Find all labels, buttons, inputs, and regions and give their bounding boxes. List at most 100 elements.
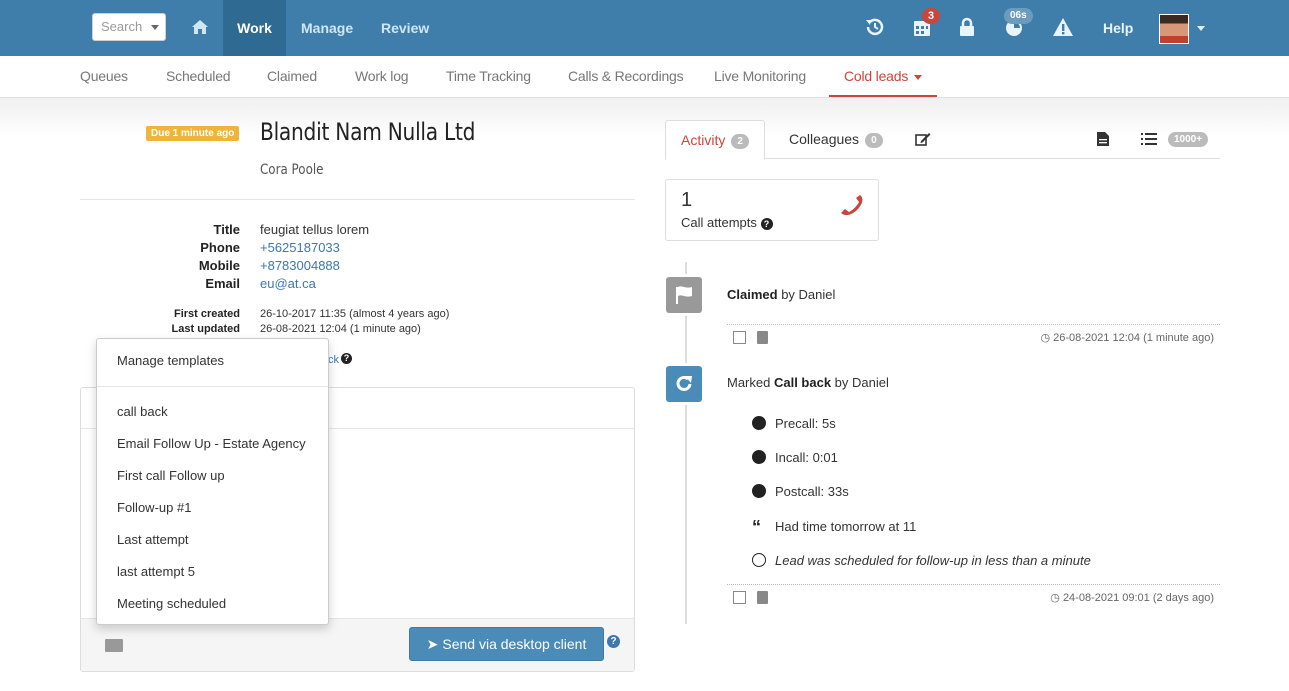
count-badge: 2 [731,134,749,149]
entry-actions [733,591,773,605]
nav-manage[interactable]: Manage [301,0,353,56]
tab-scheduled[interactable]: Scheduled [166,56,231,97]
help-link[interactable]: Help [1103,0,1133,56]
composer-footer: ➤ Send via desktop client ? [81,618,634,671]
timer-badge: 06s [1004,8,1033,24]
phone-link[interactable]: +5625187033 [260,240,340,255]
field-value-title: feugiat tellus lorem [260,222,370,237]
first-created-label: First created [173,308,240,320]
marked-timestamp: ◷ 24-08-2021 09:01 (2 days ago) [1050,591,1214,604]
tab-live-monitoring[interactable]: Live Monitoring [714,56,806,97]
tab-calls-recordings[interactable]: Calls & Recordings [568,56,684,97]
marked-bold: Call back [773,375,832,390]
template-item[interactable]: call back [117,404,168,419]
mobile-link[interactable]: +8783004888 [260,258,340,273]
clock-icon [752,484,766,498]
partial-link[interactable]: ck [328,354,339,366]
chevron-down-icon [914,74,923,80]
marked-time: 24-08-2021 09:01 (2 days ago) [1062,592,1214,604]
activity-tabs: Activity 2 Colleagues 0 1000+ [665,120,1220,160]
incall-text: Incall: 0:01 [775,450,838,465]
question-icon[interactable]: ? [760,218,773,230]
count-badge: 0 [865,133,883,148]
trash-icon[interactable] [757,591,768,604]
claimed-by: by Daniel [777,287,836,302]
claimed-bold: Claimed [727,287,778,302]
send-desktop-label: Send via desktop client [442,636,587,652]
question-icon[interactable]: ? [607,635,620,648]
lock-icon[interactable] [956,16,978,38]
document-icon[interactable] [1097,132,1109,146]
tab-queues[interactable]: Queues [80,56,128,97]
callback-entry-text: Marked Call back by Daniel [727,375,889,390]
template-item[interactable]: First call Follow up [117,468,225,483]
divider [80,199,635,200]
scheduled-detail: Lead was scheduled for follow-up in less… [752,553,1091,568]
callback-badge [666,366,702,402]
tab-colleagues-label: Colleagues [789,131,860,147]
tab-activity-label: Activity [681,132,726,148]
home-icon[interactable] [192,20,208,34]
tab-cold-leads[interactable]: Cold leads [829,56,938,97]
top-navbar: Search Work Manage Review 3 06s Help [0,0,1289,56]
contact-name: Cora Poole [260,162,324,178]
first-created-value: 26-10-2017 11:35 (almost 4 years ago) [260,308,450,320]
send-desktop-button[interactable]: ➤ Send via desktop client [409,627,604,661]
field-label-title: Title [213,222,241,237]
postcall-detail: Postcall: 33s [752,484,849,499]
warning-icon[interactable] [1052,16,1074,38]
attempts-label: Call attempts ? [681,215,773,230]
manage-templates-item[interactable]: Manage templates [117,353,224,368]
clock-icon: ◷ [1050,592,1063,604]
email-link[interactable]: eu@at.ca [260,276,316,291]
nav-review[interactable]: Review [381,0,429,56]
entry-actions [733,331,773,345]
precall-detail: Precall: 5s [752,416,836,431]
paper-plane-icon: ➤ [426,636,439,652]
clock-icon [752,416,766,430]
history-icon[interactable] [864,16,886,38]
tab-activity[interactable]: Activity 2 [665,120,765,160]
claimed-timestamp: ◷ 26-08-2021 12:04 (1 minute ago) [1041,331,1215,344]
nav-work[interactable]: Work [223,0,286,56]
marked-prefix: Marked [727,375,774,390]
tab-time-tracking[interactable]: Time Tracking [446,56,531,97]
trash-icon[interactable] [757,331,768,344]
template-item[interactable]: Follow-up #1 [117,500,191,515]
template-dropdown: Manage templates call back Email Follow … [96,338,329,625]
search-dropdown[interactable]: Search [92,13,166,41]
last-updated-value: 26-08-2021 12:04 (1 minute ago) [260,323,421,335]
dotted-divider [727,324,1220,325]
list-count-badge: 1000+ [1168,132,1209,147]
template-item[interactable]: Email Follow Up - Estate Agency [117,436,306,451]
flag-icon [676,286,692,304]
search-placeholder: Search [101,19,143,34]
company-name: Blandit Nam Nulla Ltd [260,118,476,146]
clock-icon [752,553,766,567]
template-item[interactable]: last attempt 5 [117,564,195,579]
chevron-down-icon[interactable] [1197,26,1205,31]
list-icon[interactable] [1141,132,1157,146]
edit-icon[interactable] [915,132,931,146]
attempts-count: 1 [681,189,693,211]
claimed-time: 26-08-2021 12:04 (1 minute ago) [1053,332,1214,344]
edit-icon[interactable] [733,331,746,344]
chevron-down-icon [151,25,159,30]
template-item[interactable]: Meeting scheduled [117,596,226,611]
postcall-text: Postcall: 33s [775,484,849,499]
tab-claimed[interactable]: Claimed [267,56,317,97]
field-label-phone: Phone [200,240,240,255]
marked-by: by Daniel [831,375,889,390]
avatar[interactable] [1159,14,1189,44]
envelope-icon[interactable] [105,639,123,652]
clock-icon [752,450,766,464]
question-icon[interactable]: ? [341,353,352,364]
tab-cold-leads-label: Cold leads [844,68,909,84]
tab-work-log[interactable]: Work log [355,56,409,97]
edit-icon[interactable] [733,591,746,604]
phone-icon [841,195,863,216]
tab-colleagues[interactable]: Colleagues 0 [789,120,883,159]
quote-icon: “ [752,517,761,537]
flag-badge [666,277,702,313]
template-item[interactable]: Last attempt [117,532,189,547]
